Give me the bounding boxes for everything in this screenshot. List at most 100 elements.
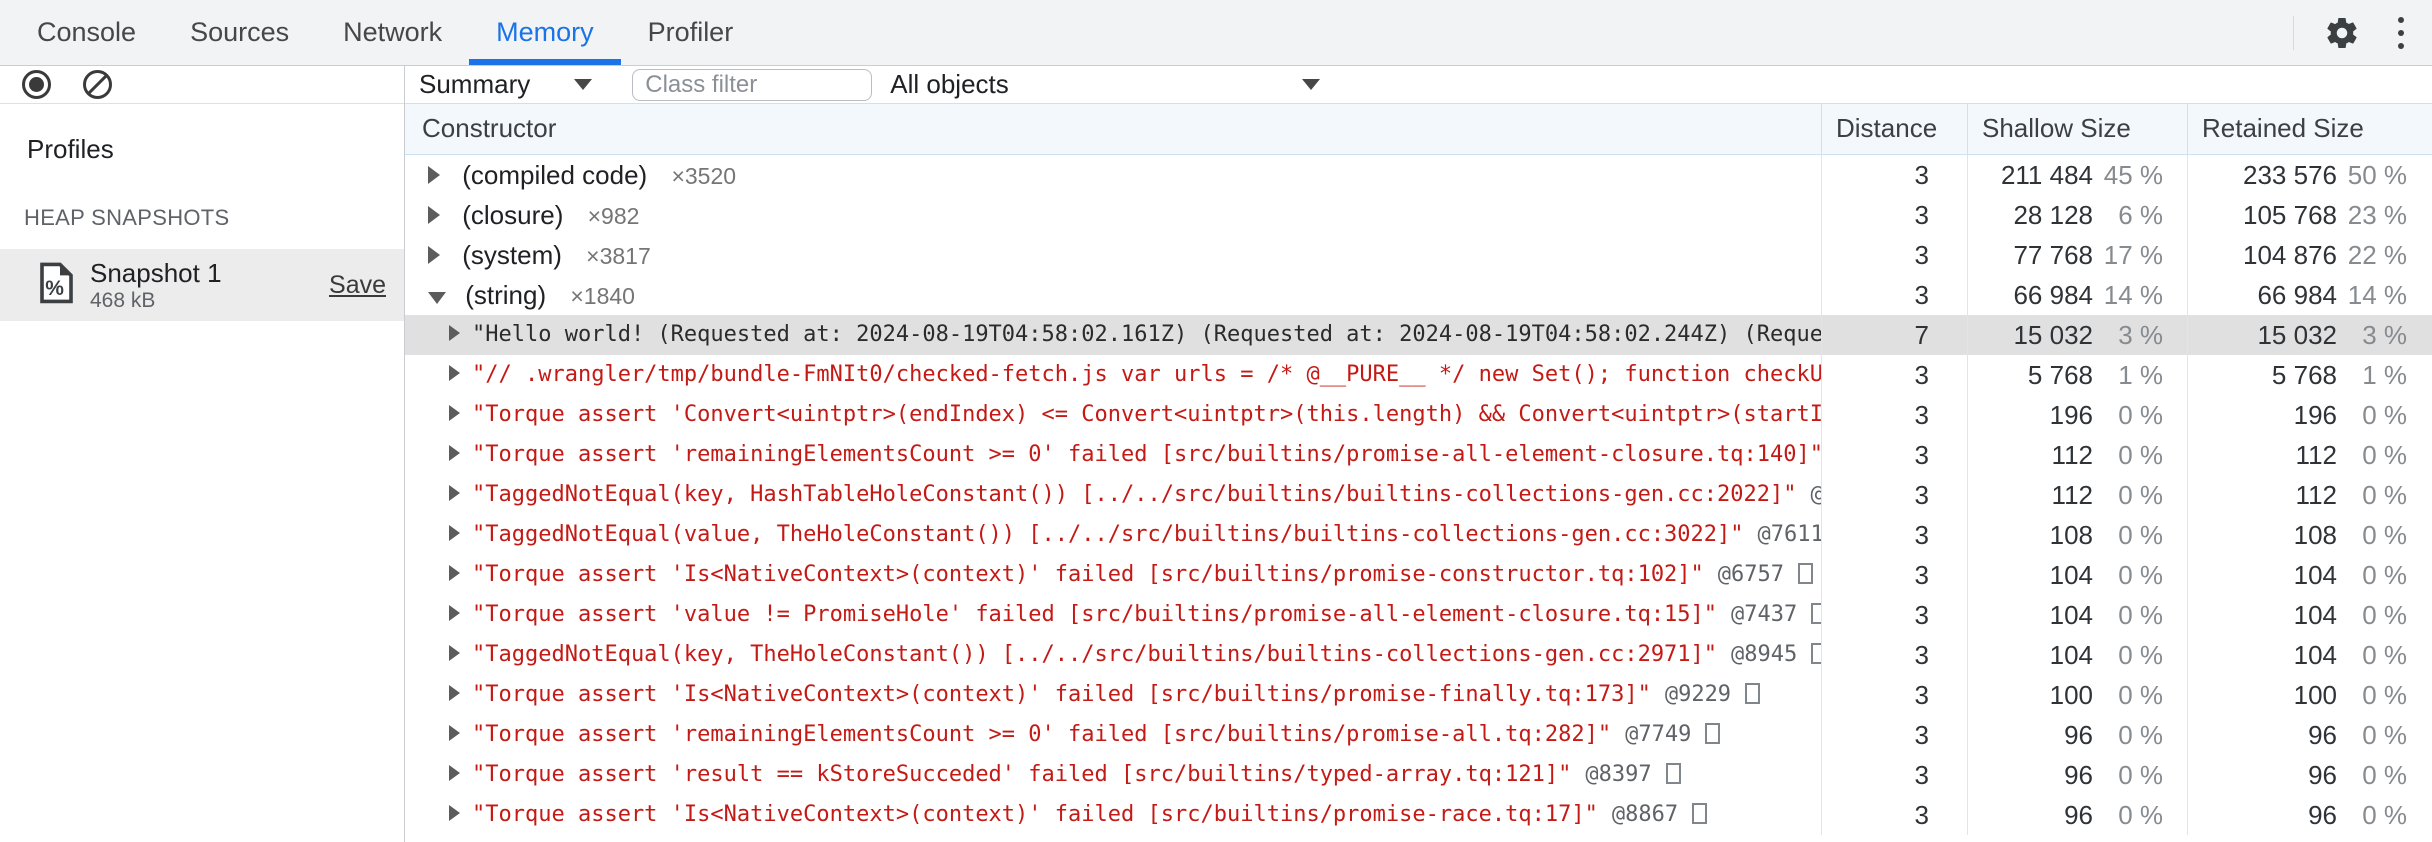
shallow-size-cell: 28 128 6 % — [1967, 195, 2187, 235]
shallow-size-value: 66 984 — [2013, 280, 2093, 310]
distance-value: 3 — [1821, 555, 1967, 595]
retained-size-cell: 104 0 % — [2187, 595, 2431, 635]
disclosure-triangle-icon[interactable] — [428, 292, 446, 304]
disclosure-triangle-icon[interactable] — [449, 325, 460, 341]
string-instance-row[interactable]: "Torque assert 'Is<NativeContext>(contex… — [405, 555, 2432, 595]
string-instance-row[interactable]: "Hello world! (Requested at: 2024-08-19T… — [405, 315, 2432, 355]
constructor-name: (system) — [462, 240, 562, 270]
retained-size-value: 108 — [2293, 520, 2337, 550]
string-value-cell: "TaggedNotEqual(value, TheHoleConstant()… — [405, 515, 1821, 555]
string-value: "Torque assert 'remainingElementsCount >… — [472, 722, 1612, 747]
panel-tab[interactable]: Network — [316, 0, 469, 65]
shallow-size-cell: 108 0 % — [1967, 515, 2187, 555]
shallow-size-value: 104 — [2049, 600, 2093, 630]
string-instance-row[interactable]: "Torque assert 'Is<NativeContext>(contex… — [405, 795, 2432, 835]
column-header-shallow-size[interactable]: Shallow Size — [1967, 104, 2187, 154]
string-instance-row[interactable]: "Torque assert 'value != PromiseHole' fa… — [405, 595, 2432, 635]
sidebar-toolbar — [0, 66, 404, 104]
panel-tab-label: Console — [37, 17, 137, 47]
constructor-cell: (compiled code) ×3520 — [405, 155, 1821, 195]
shallow-size-cell: 112 0 % — [1967, 435, 2187, 475]
panel-tab-label: Network — [343, 17, 443, 47]
string-value-cell: "// .wrangler/tmp/bundle-FmNIt0/checked-… — [405, 355, 1821, 395]
disclosure-triangle-icon[interactable] — [449, 685, 460, 701]
string-instance-row[interactable]: "Torque assert 'Is<NativeContext>(contex… — [405, 675, 2432, 715]
string-instance-row[interactable]: "Torque assert 'remainingElementsCount >… — [405, 715, 2432, 755]
shallow-size-percent: 6 % — [2118, 200, 2163, 230]
object-id: @8867 — [1611, 802, 1679, 827]
string-instance-row[interactable]: "// .wrangler/tmp/bundle-FmNIt0/checked-… — [405, 355, 2432, 395]
string-value: "TaggedNotEqual(key, TheHoleConstant()) … — [472, 642, 1718, 667]
string-value: "Torque assert 'Convert<uintptr>(endInde… — [472, 402, 1821, 427]
disclosure-triangle-icon[interactable] — [449, 725, 460, 741]
disclosure-triangle-icon[interactable] — [449, 445, 460, 461]
disclosure-triangle-icon[interactable] — [449, 485, 460, 501]
string-instance-row[interactable]: "Torque assert 'Convert<uintptr>(endInde… — [405, 395, 2432, 435]
shallow-size-value: 108 — [2049, 520, 2093, 550]
disclosure-triangle-icon[interactable] — [428, 246, 440, 264]
disclosure-triangle-icon[interactable] — [449, 765, 460, 781]
retained-size-value: 5 768 — [2271, 360, 2337, 390]
shallow-size-cell: 66 984 14 % — [1967, 275, 2187, 315]
panel-tab[interactable]: Console — [10, 0, 163, 65]
shallow-size-value: 5 768 — [2027, 360, 2093, 390]
disclosure-triangle-icon[interactable] — [428, 206, 440, 224]
column-header-distance[interactable]: Distance — [1821, 104, 1967, 154]
missing-glyph-box-icon — [1811, 643, 1821, 664]
disclosure-triangle-icon[interactable] — [449, 365, 460, 381]
disclosure-triangle-icon[interactable] — [449, 805, 460, 821]
constructor-row[interactable]: (compiled code) ×3520 3 211 484 45 % 233… — [405, 155, 2432, 195]
disclosure-triangle-icon[interactable] — [449, 605, 460, 621]
panel-tab[interactable]: Sources — [163, 0, 316, 65]
profiles-sidebar: Profiles HEAP SNAPSHOTS % Snapshot 1 468… — [0, 66, 405, 842]
objects-filter-selected-value: All objects — [890, 69, 1009, 99]
missing-glyph-box-icon — [1745, 683, 1761, 704]
retained-size-percent: 22 % — [2347, 240, 2407, 270]
three-dot-menu-icon[interactable] — [2394, 13, 2408, 53]
instance-count: ×1840 — [570, 283, 635, 309]
string-instance-row[interactable]: "TaggedNotEqual(key, TheHoleConstant()) … — [405, 635, 2432, 675]
disclosure-triangle-icon[interactable] — [449, 645, 460, 661]
missing-glyph-box-icon — [1665, 763, 1681, 784]
disclosure-triangle-icon[interactable] — [428, 166, 440, 184]
object-id: @7749 — [1625, 722, 1692, 747]
shallow-size-cell: 96 0 % — [1967, 755, 2187, 795]
retained-size-cell: 112 0 % — [2187, 475, 2431, 515]
constructor-row[interactable]: (system) ×3817 3 77 768 17 % 104 876 22 … — [405, 235, 2432, 275]
string-instance-row[interactable]: "TaggedNotEqual(key, HashTableHoleConsta… — [405, 475, 2432, 515]
retained-size-value: 105 768 — [2243, 200, 2337, 230]
clear-profiles-icon[interactable] — [83, 70, 112, 99]
shallow-size-value: 104 — [2049, 640, 2093, 670]
constructor-row[interactable]: (closure) ×982 3 28 128 6 % 105 768 23 % — [405, 195, 2432, 235]
snapshot-list-item[interactable]: % Snapshot 1 468 kB Save — [0, 249, 404, 321]
triangle-down-icon — [574, 79, 593, 90]
column-header-constructor[interactable]: Constructor — [405, 104, 1821, 154]
class-filter-input[interactable] — [632, 68, 873, 101]
instance-count: ×3817 — [586, 243, 651, 269]
snapshot-info: Snapshot 1 468 kB — [90, 258, 329, 313]
disclosure-triangle-icon[interactable] — [449, 405, 460, 421]
heap-snapshot-document-icon: % — [38, 262, 74, 309]
objects-filter-select[interactable]: All objects — [890, 69, 1330, 100]
string-value: "Torque assert 'Is<NativeContext>(contex… — [472, 682, 1651, 707]
string-instance-row[interactable]: "TaggedNotEqual(value, TheHoleConstant()… — [405, 515, 2432, 555]
panel-tab[interactable]: Profiler — [621, 0, 761, 65]
take-heap-snapshot-icon[interactable] — [22, 70, 51, 99]
distance-value: 3 — [1821, 635, 1967, 675]
string-instance-row[interactable]: "Torque assert 'result == kStoreSucceded… — [405, 755, 2432, 795]
string-instance-row[interactable]: "Torque assert 'remainingElementsCount >… — [405, 435, 2432, 475]
column-header-retained-size[interactable]: Retained Size — [2187, 104, 2431, 154]
devtools-window: Console Sources Network Memory Profiler — [0, 0, 2432, 842]
shallow-size-percent: 45 % — [2103, 160, 2163, 190]
panel-tab[interactable]: Memory — [469, 0, 621, 65]
distance-value: 3 — [1821, 435, 1967, 475]
retained-size-cell: 196 0 % — [2187, 395, 2431, 435]
snapshot-toolbar: Summary All objects — [405, 66, 2432, 104]
constructor-row[interactable]: (string) ×1840 3 66 984 14 % 66 984 14 % — [405, 275, 2432, 315]
disclosure-triangle-icon[interactable] — [449, 525, 460, 541]
save-snapshot-link[interactable]: Save — [329, 271, 386, 300]
perspective-select[interactable]: Summary — [419, 69, 593, 100]
retained-size-value: 196 — [2293, 400, 2337, 430]
disclosure-triangle-icon[interactable] — [449, 565, 460, 581]
gear-icon[interactable] — [2324, 15, 2360, 51]
